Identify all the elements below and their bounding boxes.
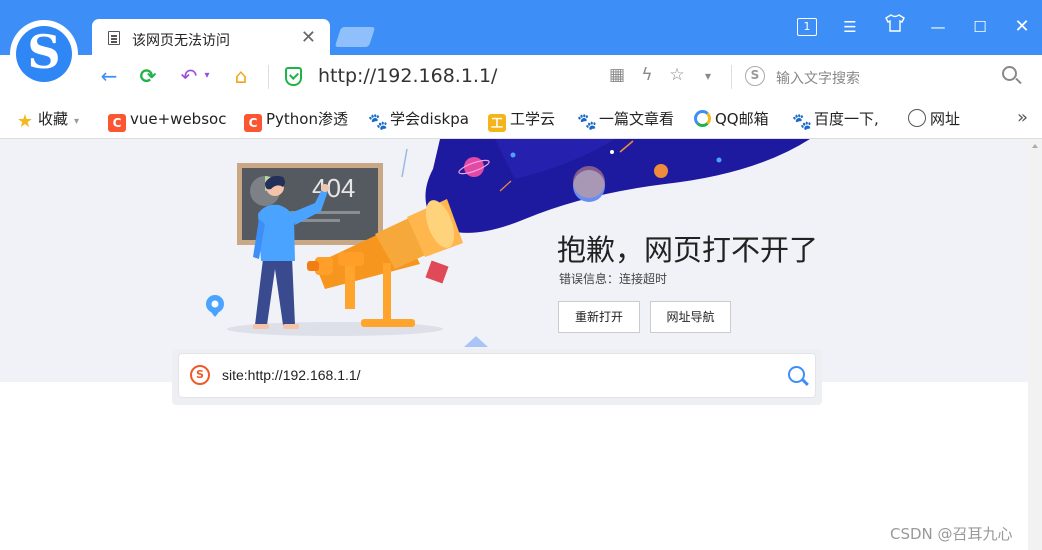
tab-title: 该网页无法访问 bbox=[132, 33, 230, 49]
bookmark-item[interactable]: 🐾 一篇文章看 bbox=[577, 109, 675, 131]
sogou-browser-logo[interactable]: S bbox=[10, 20, 78, 88]
reload-button[interactable]: ⟳ bbox=[135, 63, 161, 89]
qr-code-icon[interactable]: ▦ bbox=[606, 65, 628, 85]
globe-icon bbox=[908, 109, 926, 127]
baidu-paw-icon: 🐾 bbox=[368, 112, 388, 131]
bookmark-item[interactable]: Cvue+websoc bbox=[108, 109, 227, 132]
security-shield-icon[interactable] bbox=[285, 67, 302, 86]
bookmark-label: 一篇文章看 bbox=[599, 110, 675, 128]
tab-close-icon[interactable]: ✕ bbox=[301, 27, 316, 48]
bookmark-item[interactable]: C Python渗透 bbox=[244, 109, 348, 132]
star-icon: ★ bbox=[16, 111, 34, 132]
chevron-down-icon: ▾ bbox=[74, 116, 80, 127]
bookmark-item[interactable]: 🐾 百度一下, bbox=[792, 109, 879, 131]
maximize-button[interactable]: ☐ bbox=[970, 14, 990, 40]
bookmark-label: 百度一下, bbox=[814, 110, 879, 128]
bookmark-star-icon[interactable]: ☆ bbox=[666, 65, 688, 85]
bookmark-label: 网址 bbox=[930, 110, 961, 128]
bookmark-favorites[interactable]: ★ 收藏 ▾ bbox=[16, 109, 80, 132]
search-engine-icon[interactable]: S bbox=[745, 66, 765, 86]
csdn-icon: C bbox=[244, 114, 262, 132]
site-search-input[interactable] bbox=[222, 367, 762, 383]
navigation-bar: ← ⟳ ↶ ▾ ⌂ http://192.168.1.1/ ▦ ϟ ☆ ▾ S … bbox=[0, 55, 1042, 99]
tab-count-badge[interactable]: 1 bbox=[797, 18, 817, 36]
page-icon bbox=[108, 31, 120, 45]
bookmark-label: QQ邮箱 bbox=[715, 110, 769, 128]
bookmark-item[interactable]: 网址 bbox=[908, 109, 960, 129]
back-button[interactable]: ← bbox=[96, 63, 122, 89]
chevron-down-icon[interactable]: ▾ bbox=[200, 63, 214, 89]
divider bbox=[731, 65, 732, 89]
qq-mail-icon bbox=[694, 110, 711, 127]
more-bookmarks-icon[interactable]: » bbox=[1017, 107, 1028, 128]
page-content: 404 抱歉，网页打不开了 错误信息：连接超时 重新打开 网址导航 S site… bbox=[0, 139, 1042, 550]
url-navigation-button[interactable]: 网址导航 bbox=[650, 301, 731, 333]
error-hero: 404 抱歉，网页打不开了 错误信息：连接超时 重新打开 网址导航 bbox=[0, 139, 1028, 382]
new-tab-button[interactable] bbox=[334, 27, 376, 47]
search-input[interactable]: 输入文字搜索 bbox=[776, 68, 860, 88]
bookmark-label: Python渗透 bbox=[266, 110, 348, 128]
close-window-button[interactable]: ✕ bbox=[1012, 14, 1032, 40]
bookmark-item[interactable]: QQ邮箱 bbox=[694, 109, 769, 129]
gongxueyun-icon: 工 bbox=[488, 114, 506, 132]
error-title: 抱歉，网页打不开了 bbox=[557, 233, 819, 267]
site-search-box: S bbox=[172, 349, 822, 405]
bookmark-item[interactable]: 工工学云 bbox=[488, 109, 556, 132]
divider bbox=[268, 65, 269, 89]
skin-icon[interactable] bbox=[884, 14, 906, 40]
error-message: 错误信息：连接超时 bbox=[559, 272, 668, 286]
bookmark-label: 工学云 bbox=[510, 110, 556, 128]
minimize-button[interactable]: — bbox=[928, 14, 948, 40]
baidu-paw-icon: 🐾 bbox=[577, 112, 597, 131]
pointer-triangle bbox=[464, 336, 488, 347]
csdn-icon: C bbox=[108, 114, 126, 132]
browser-tab[interactable]: 该网页无法访问 ✕ bbox=[92, 19, 330, 56]
csdn-watermark: CSDN @召耳九心 bbox=[890, 525, 1013, 543]
bookmark-item[interactable]: 🐾 学会diskpa bbox=[368, 109, 469, 131]
bookmark-label: 收藏 bbox=[38, 110, 69, 128]
baidu-paw-icon: 🐾 bbox=[792, 112, 812, 131]
bookmark-label: vue+websoc bbox=[130, 110, 227, 128]
title-bar: 该网页无法访问 ✕ 1 ☰ — ☐ ✕ bbox=[0, 0, 1042, 56]
menu-icon[interactable]: ☰ bbox=[840, 14, 860, 40]
bookmarks-bar: ★ 收藏 ▾ Cvue+websoc C Python渗透 🐾 学会diskpa 工工学… bbox=[0, 99, 1042, 139]
chevron-down-icon[interactable]: ▾ bbox=[697, 69, 719, 83]
lightning-icon[interactable]: ϟ bbox=[636, 65, 658, 85]
undo-close-tab-button[interactable]: ↶ bbox=[176, 63, 202, 89]
search-icon[interactable] bbox=[1002, 66, 1017, 81]
site-search-field[interactable]: S bbox=[178, 353, 816, 398]
bookmark-label: 学会diskpa bbox=[390, 110, 469, 128]
scroll-up-arrow-icon[interactable] bbox=[1032, 144, 1038, 148]
vertical-scrollbar[interactable] bbox=[1028, 139, 1042, 550]
home-button[interactable]: ⌂ bbox=[228, 63, 254, 89]
reopen-button[interactable]: 重新打开 bbox=[558, 301, 640, 333]
search-icon[interactable] bbox=[788, 366, 805, 383]
sogou-search-icon: S bbox=[190, 365, 210, 385]
address-input[interactable]: http://192.168.1.1/ bbox=[318, 65, 497, 87]
